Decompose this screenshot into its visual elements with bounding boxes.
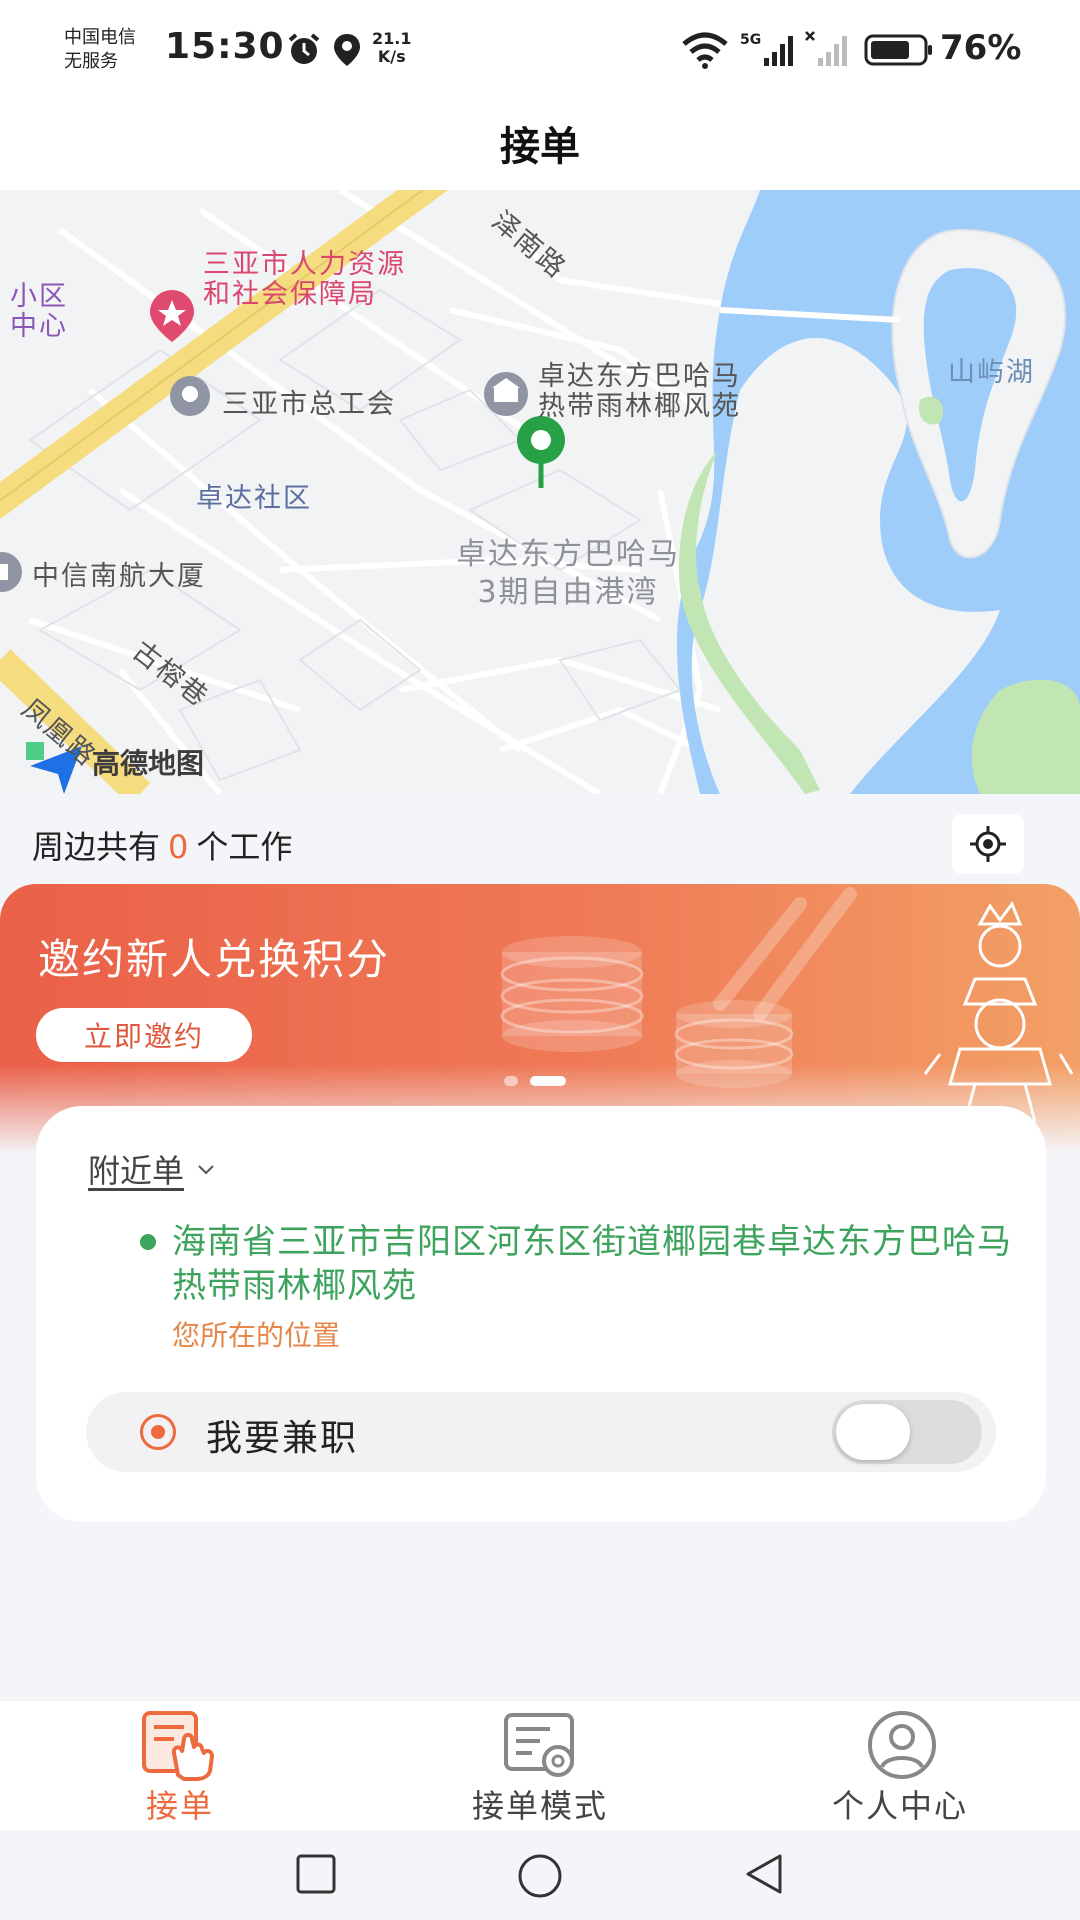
- system-nav-bar: [0, 1830, 1080, 1920]
- home-icon[interactable]: [516, 1852, 564, 1900]
- wifi-icon: [682, 32, 728, 69]
- user-icon: [868, 1711, 936, 1779]
- order-scope-label: 附近单: [88, 1152, 185, 1190]
- current-address: 海南省三亚市吉阳区河东区街道椰园巷卓达东方巴哈马热带雨林椰风苑: [172, 1222, 1012, 1306]
- signal-5g-icon: 5G: [740, 32, 793, 66]
- address-hint: 您所在的位置: [172, 1319, 341, 1352]
- page-title: 接单: [500, 124, 580, 170]
- svg-text:5G: 5G: [740, 32, 761, 48]
- map-label-phase3-line1: 卓达东方巴哈马: [456, 537, 680, 572]
- map-label-resort-line2: 热带雨林椰风苑: [538, 391, 741, 422]
- locate-button[interactable]: [952, 814, 1024, 874]
- alarm-icon: [288, 33, 320, 64]
- nearby-count: 0: [168, 828, 189, 866]
- map-label-trade-union: 三亚市总工会: [222, 389, 396, 420]
- map-canvas: [0, 190, 1080, 794]
- map-label-resort-line1: 卓达东方巴哈马: [538, 361, 741, 392]
- carrier-name: 中国电信: [64, 27, 136, 48]
- net-speed: 21.1 K/s: [372, 30, 411, 66]
- amap-brand: 高德地图: [92, 747, 205, 780]
- map-label-hr-bureau: 三亚市人力资源 和社会保障局: [203, 250, 406, 310]
- order-card: 附近单 海南省三亚市吉阳区河东区街道椰园巷卓达东方巴哈马热带雨林椰风苑 您所在的…: [36, 1106, 1046, 1522]
- parttime-label: 我要兼职: [206, 1418, 359, 1459]
- tab-orders[interactable]: 接单: [0, 1701, 360, 1831]
- map-label-phase3: 卓达东方巴哈马 3期自由港湾: [456, 536, 680, 612]
- tab-order-mode[interactable]: 接单模式: [360, 1701, 720, 1831]
- signal-none-icon: [805, 31, 847, 66]
- locate-icon: [970, 826, 1006, 862]
- tab-profile-label: 个人中心: [831, 1787, 968, 1825]
- net-speed-value: 21.1: [372, 29, 412, 48]
- map-label-district: 小区 中心: [10, 282, 68, 342]
- carrier-service: 无服务: [64, 51, 118, 72]
- map-label-district-line1: 小区: [10, 281, 68, 312]
- status-bar: 中国电信 无服务 15:30 21.1 K/s 5G 76%: [0, 0, 1080, 100]
- banner-title: 邀约新人兑换积分: [38, 935, 391, 984]
- toggle-knob: [836, 1404, 910, 1460]
- battery-icon: [864, 34, 932, 66]
- carrier-info: 中国电信 无服务: [64, 26, 136, 74]
- title-bar: 接单: [0, 100, 1080, 190]
- nearby-suffix: 个工作: [196, 828, 293, 866]
- parttime-toggle[interactable]: [832, 1400, 982, 1464]
- settings-doc-icon: [504, 1713, 574, 1777]
- clock: 15:30: [165, 26, 285, 67]
- map-view[interactable]: 三亚市人力资源 和社会保障局 小区 中心 泽南路 山屿湖 三亚市总工会 卓达东方…: [0, 190, 1080, 794]
- map-label-lake: 山屿湖: [948, 357, 1035, 388]
- bottom-tab-bar: 接单 接单模式 个人中心: [0, 1700, 1080, 1830]
- map-label-phase3-line2: 3期自由港湾: [477, 575, 659, 610]
- parttime-row[interactable]: 我要兼职: [86, 1392, 996, 1472]
- radio-icon: [140, 1414, 176, 1450]
- map-label-hr-bureau-line2: 和社会保障局: [203, 279, 377, 310]
- nearby-prefix: 周边共有: [32, 828, 161, 866]
- tab-orders-label: 接单: [145, 1787, 214, 1825]
- chevron-down-icon: [198, 1165, 214, 1175]
- tab-profile[interactable]: 个人中心: [720, 1701, 1080, 1831]
- map-label-resort: 卓达东方巴哈马 热带雨林椰风苑: [538, 362, 741, 422]
- location-icon: [334, 34, 360, 66]
- tab-order-mode-label: 接单模式: [471, 1787, 608, 1825]
- net-speed-unit: K/s: [377, 47, 406, 66]
- nearby-count-text: 周边共有 0 个工作: [32, 822, 292, 868]
- recent-apps-icon[interactable]: [294, 1852, 338, 1896]
- back-icon[interactable]: [742, 1852, 786, 1896]
- invite-button[interactable]: 立即邀约: [36, 1008, 252, 1062]
- hand-touch-icon: [142, 1711, 214, 1781]
- location-dot-icon: [140, 1234, 156, 1250]
- map-label-citic-building: 中信南航大厦: [32, 561, 206, 592]
- nearby-summary: 周边共有 0 个工作: [0, 794, 1080, 884]
- map-label-district-line2: 中心: [10, 311, 68, 342]
- map-label-community: 卓达社区: [196, 483, 312, 514]
- order-scope-dropdown[interactable]: 附近单: [88, 1146, 216, 1192]
- battery-percent: 76%: [940, 28, 1022, 68]
- map-label-hr-bureau-line1: 三亚市人力资源: [203, 249, 406, 280]
